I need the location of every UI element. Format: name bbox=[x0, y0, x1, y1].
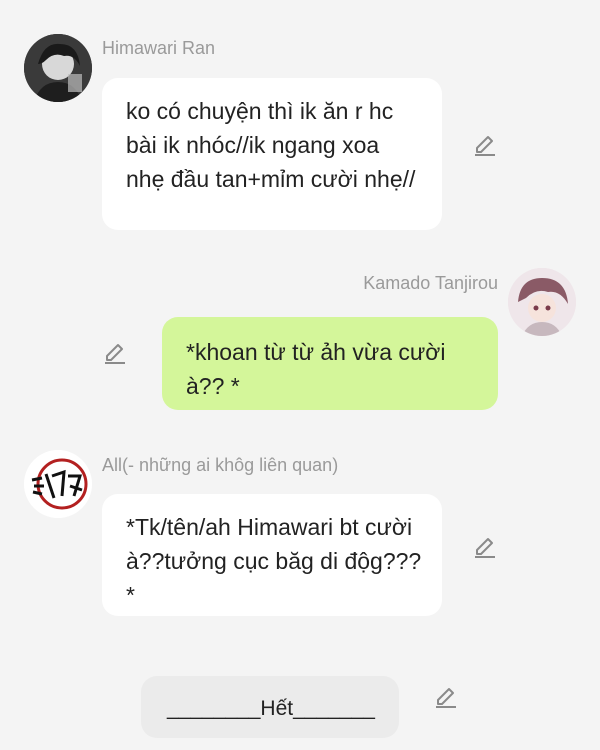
avatar-himawari-ran[interactable] bbox=[24, 34, 92, 102]
message-bubble[interactable]: *Tk/tên/ah Himawari bt cười à??tưởng cục… bbox=[102, 494, 442, 616]
sender-name: All(- những ai khôg liên quan) bbox=[102, 455, 339, 475]
avatar-kamado-tanjirou[interactable] bbox=[508, 268, 576, 336]
footer-text: ________Hết_______ bbox=[167, 697, 375, 720]
dark-haired-boy-icon bbox=[24, 34, 92, 102]
tanjirou-icon bbox=[508, 268, 576, 336]
sender-name: Himawari Ran bbox=[102, 38, 216, 58]
message-bubble[interactable]: ko có chuyện thì ik ăn r hc bài ik nhóc/… bbox=[102, 78, 442, 230]
avatar-all[interactable] bbox=[24, 450, 92, 518]
demon-slayer-logo-icon bbox=[24, 450, 92, 518]
message-text: *khoan từ từ ảh vừa cười à?? * bbox=[186, 339, 446, 399]
pencil-edit-icon[interactable] bbox=[433, 684, 459, 710]
sender-name: Kamado Tanjirou bbox=[363, 273, 498, 293]
message-bubble[interactable]: *khoan từ từ ảh vừa cười à?? * bbox=[162, 317, 498, 410]
message-text: ko có chuyện thì ik ăn r hc bài ik nhóc/… bbox=[126, 98, 416, 192]
pencil-edit-icon[interactable] bbox=[472, 132, 498, 158]
footer-bubble[interactable]: ________Hết_______ bbox=[141, 676, 399, 738]
message-text: *Tk/tên/ah Himawari bt cười à??tưởng cục… bbox=[126, 514, 422, 608]
pencil-edit-icon[interactable] bbox=[102, 340, 128, 366]
pencil-edit-icon[interactable] bbox=[472, 534, 498, 560]
